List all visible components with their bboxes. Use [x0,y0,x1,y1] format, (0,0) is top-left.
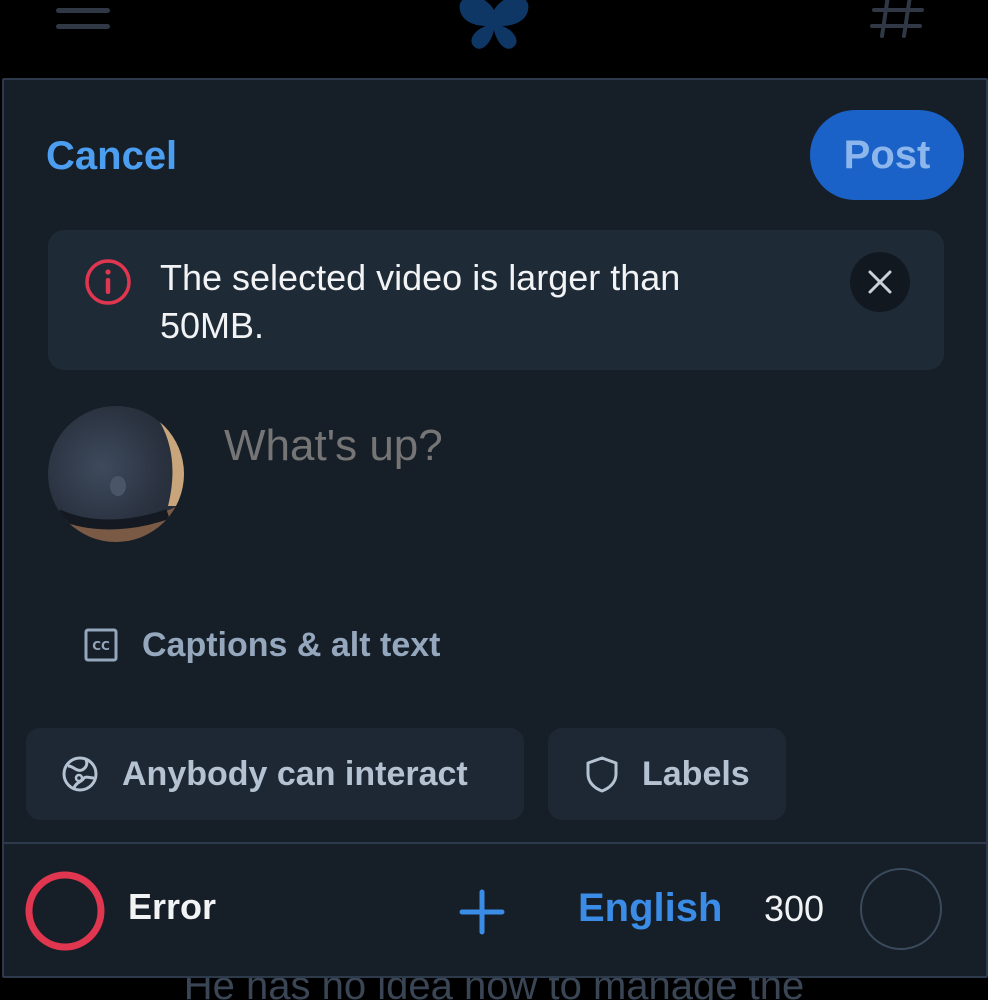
globe-icon [62,756,98,792]
interaction-label: Anybody can interact [122,754,468,793]
hamburger-icon[interactable] [56,0,110,34]
footer-divider [4,842,986,844]
error-status-icon [25,871,105,951]
butterfly-logo[interactable] [452,0,536,50]
close-icon [868,270,892,294]
interaction-settings-button[interactable]: Anybody can interact [26,728,524,820]
plus-icon [459,889,505,935]
labels-button[interactable]: Labels [548,728,786,820]
post-text-input[interactable] [222,420,906,472]
info-icon [85,259,131,305]
top-bar [0,0,988,78]
error-message: The selected video is larger than 50MB. [160,257,681,346]
composer-modal: Cancel Post The selected video is larger… [2,78,988,978]
captions-label: Captions & alt text [142,625,441,664]
closed-captions-icon: CC [84,628,118,662]
status-label: Error [128,886,217,927]
labels-label: Labels [642,754,750,793]
captions-alt-text-button[interactable]: CC Captions & alt text [84,620,440,670]
shield-icon [586,756,618,793]
character-count: 300 [764,888,825,929]
avatar-image [48,406,184,542]
hashtag-icon[interactable] [870,0,926,40]
post-button[interactable]: Post [810,110,964,200]
svg-text:CC: CC [92,639,110,653]
error-banner: The selected video is larger than 50MB. [48,230,944,370]
avatar [48,406,184,542]
close-error-button[interactable] [850,252,910,312]
language-selector[interactable]: English [578,886,722,931]
character-progress-ring [860,868,942,950]
cancel-button[interactable]: Cancel [46,134,177,179]
add-thread-button[interactable] [458,888,506,936]
